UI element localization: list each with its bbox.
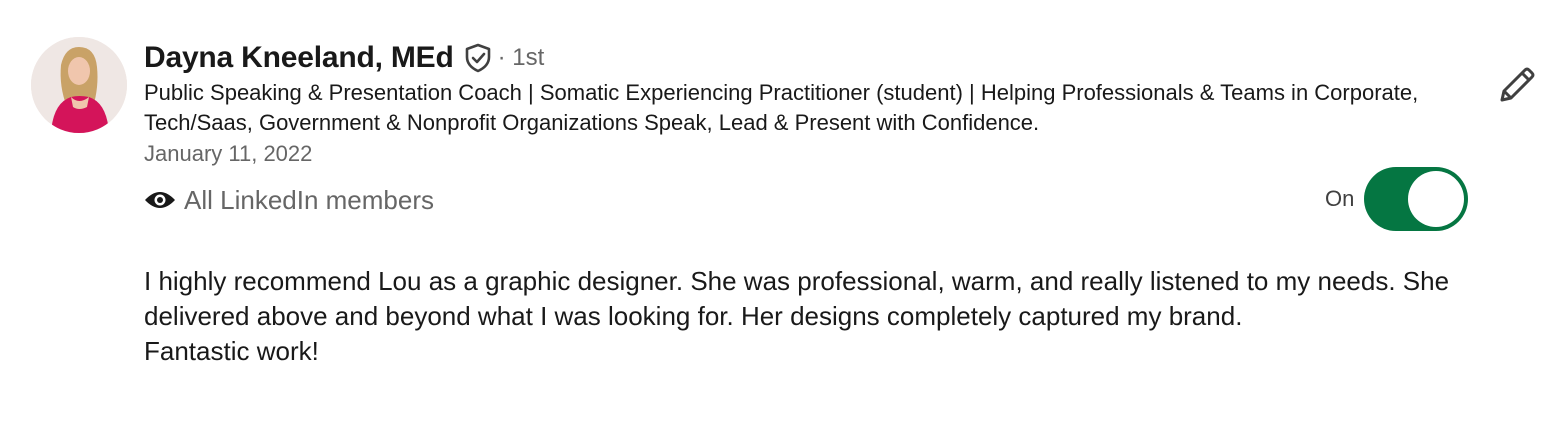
recommendation-paragraph: I highly recommend Lou as a graphic desi…: [144, 266, 1450, 331]
visibility-setting: All LinkedIn members: [144, 183, 434, 217]
recommendation-card: Dayna Kneeland, MEd · 1st Public Speakin…: [0, 0, 1554, 430]
recommendation-date: January 11, 2022: [144, 141, 313, 166]
recommender-headline: Public Speaking & Presentation Coach | S…: [144, 80, 1419, 135]
toggle-knob: [1408, 171, 1465, 227]
name-row: Dayna Kneeland, MEd · 1st: [144, 38, 544, 78]
eye-icon: [144, 190, 176, 210]
visibility-label: All LinkedIn members: [184, 184, 434, 215]
shield-check-icon: [464, 43, 492, 73]
show-recommendation-toggle-group: On: [1325, 167, 1469, 231]
recommender-name[interactable]: Dayna Kneeland, MEd: [144, 41, 454, 75]
toggle-state-label: On: [1325, 186, 1355, 211]
recommendation-text: I highly recommend Lou as a graphic desi…: [144, 264, 1484, 369]
pencil-icon: [1500, 67, 1535, 102]
visibility-toggle[interactable]: [1364, 167, 1469, 231]
recommendation-paragraph: Fantastic work!: [144, 336, 319, 366]
avatar[interactable]: [31, 37, 127, 133]
edit-button[interactable]: [1494, 62, 1540, 108]
connection-degree: · 1st: [497, 44, 545, 71]
